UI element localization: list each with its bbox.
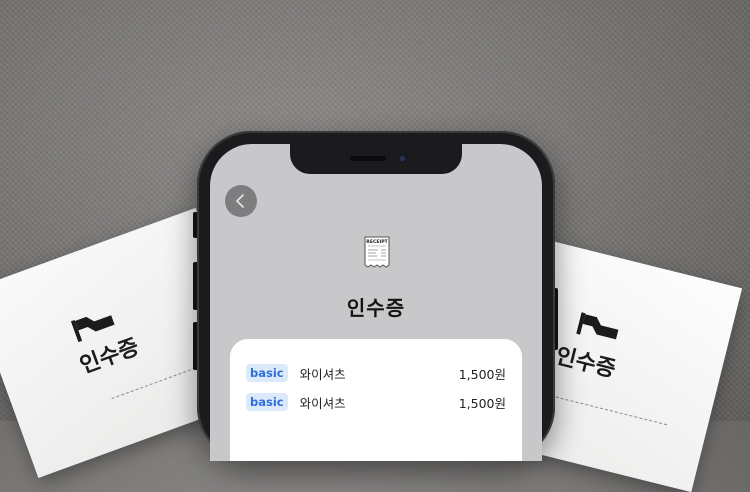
phone-screen: RECEIPT 인수증 basic 와이셔츠 1,500원 basic 와이셔츠: [210, 144, 542, 461]
item-name: 와이셔츠: [299, 395, 346, 411]
plan-badge: basic: [246, 393, 288, 411]
paper-label: 인수증: [553, 343, 619, 383]
receipt-icon: RECEIPT: [364, 236, 390, 272]
flag-logo-icon: [576, 310, 625, 346]
item-price: 1,500원: [458, 395, 506, 411]
chevron-left-icon: [236, 194, 244, 208]
page-title: 인수증: [346, 296, 406, 320]
phone-notch: [290, 144, 462, 174]
speaker-grill: [350, 156, 386, 161]
list-item[interactable]: basic 와이셔츠 1,500원: [246, 391, 506, 413]
list-item[interactable]: basic 와이셔츠 1,500원: [246, 362, 506, 384]
phone-mockup: RECEIPT 인수증 basic 와이셔츠 1,500원 basic 와이셔츠: [197, 131, 555, 461]
item-price: 1,500원: [458, 366, 506, 382]
receipt-icon-text: RECEIPT: [366, 239, 388, 245]
plan-badge: basic: [246, 364, 288, 382]
camera-icon: [398, 154, 407, 163]
back-button[interactable]: [225, 185, 257, 217]
items-card: basic 와이셔츠 1,500원 basic 와이셔츠 1,500원: [230, 339, 522, 461]
item-name: 와이셔츠: [299, 366, 346, 382]
